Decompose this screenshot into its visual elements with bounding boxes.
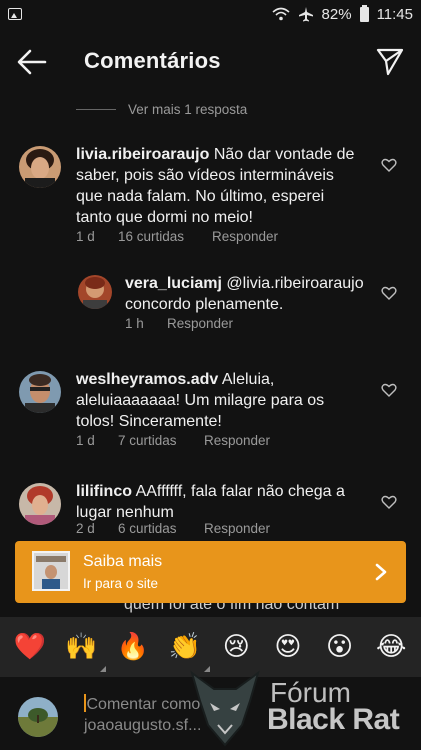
comment-time: 1 d — [76, 433, 95, 448]
battery-icon — [359, 4, 369, 22]
chevron-right-icon — [375, 563, 387, 581]
comment-body: Aleluia, — [218, 371, 275, 388]
crying-face-emoji[interactable]: 😢 — [217, 632, 255, 662]
reply-button[interactable]: Responder — [204, 433, 270, 448]
comment-time: 1 h — [125, 316, 144, 331]
comment-text: livia.ribeiroaraujo Não dar vontade de s… — [76, 144, 354, 228]
comment-body: saber, pois são vídeos intermináveis — [76, 167, 334, 184]
banner-title: Saiba mais — [83, 553, 163, 570]
my-avatar — [18, 697, 58, 737]
heart-icon[interactable] — [381, 383, 397, 397]
avatar[interactable] — [19, 371, 61, 413]
avatar[interactable] — [78, 275, 112, 309]
reply-button[interactable]: Responder — [167, 316, 233, 331]
avatar[interactable] — [19, 483, 61, 525]
send-icon[interactable] — [375, 46, 405, 76]
comment-body: tanto que dormi no meio! — [76, 209, 253, 226]
comment-text: vera_luciamj @livia.ribeiroaraujo concor… — [125, 273, 364, 315]
comment-username[interactable]: vera_luciamj — [125, 275, 222, 292]
gallery-icon — [8, 8, 22, 20]
view-more-replies[interactable]: Ver mais 1 resposta — [76, 102, 247, 117]
heart-emoji[interactable]: ❤️ — [11, 632, 49, 662]
comment-body: que nada falam. No último, esperei — [76, 188, 325, 205]
fire-emoji[interactable]: 🔥 — [114, 632, 152, 662]
comment-text: lilifinco AAffffff, fala falar não chega… — [76, 481, 345, 523]
rat-logo-icon — [190, 670, 260, 747]
comment-body: aleluiaaaaaaa! Um milagre para os — [76, 392, 325, 409]
back-arrow-icon[interactable] — [16, 48, 48, 76]
heart-icon[interactable] — [381, 158, 397, 172]
text-caret — [84, 694, 86, 712]
wifi-icon — [272, 7, 290, 21]
reply-button[interactable]: Responder — [212, 229, 278, 244]
reply-button[interactable]: Responder — [204, 521, 270, 536]
comment-body: tolos! Sinceramente! — [76, 413, 222, 430]
heart-eyes-emoji[interactable]: 😍 — [269, 632, 307, 662]
page-title: Comentários — [84, 48, 221, 73]
comment-likes[interactable]: 7 curtidas — [118, 433, 204, 448]
forum-watermark: Fórum Black Rat — [184, 665, 421, 750]
comment-username[interactable]: livia.ribeiroaraujo — [76, 146, 209, 163]
variant-indicator — [100, 666, 107, 672]
banner-subtitle: Ir para o site — [83, 576, 159, 591]
view-more-replies-label: Ver mais 1 resposta — [128, 102, 248, 117]
comment-meta: 1 h Responder — [125, 316, 233, 331]
header: Comentários — [0, 28, 421, 94]
comment-body: concordo plenamente. — [125, 296, 284, 313]
comment-username[interactable]: weslheyramos.adv — [76, 371, 218, 388]
comment-time: 2 d — [76, 521, 95, 536]
avatar[interactable] — [19, 146, 61, 188]
comment-body: AAffffff, fala falar não chega a — [132, 483, 345, 500]
learn-more-banner[interactable]: Saiba mais Ir para o site — [15, 541, 406, 603]
battery-percent: 82% — [321, 5, 352, 23]
status-bar: 82% 11:45 — [0, 0, 421, 28]
comment-likes[interactable]: 16 curtidas — [118, 229, 212, 244]
comment-text: weslheyramos.adv Aleluia, aleluiaaaaaaa!… — [76, 369, 324, 432]
raising-hands-glyph: 🙌 — [65, 632, 98, 662]
comment-body: lugar nenhum — [76, 504, 174, 521]
comment-meta: 1 d 7 curtidas Responder — [76, 433, 270, 448]
comment-meta: 2 d 6 curtidas Responder — [76, 521, 270, 536]
comment-username[interactable]: lilifinco — [76, 483, 132, 500]
status-bar-right: 82% 11:45 — [272, 4, 413, 23]
clapping-hands-glyph: 👏 — [168, 632, 201, 662]
comment-time: 1 d — [76, 229, 95, 244]
heart-icon[interactable] — [381, 286, 397, 300]
watermark-line2: Black Rat — [267, 703, 400, 736]
banner-thumbnail — [32, 551, 70, 591]
heart-icon[interactable] — [381, 495, 397, 509]
comment-body: @livia.ribeiroaraujo — [221, 275, 364, 292]
airplane-icon — [298, 7, 313, 22]
comment-meta: 1 d 16 curtidas Responder — [76, 229, 278, 244]
comment-body: Não dar vontade de — [209, 146, 355, 163]
clapping-hands-emoji[interactable]: 👏 — [166, 632, 210, 672]
surprised-face-emoji[interactable]: 😮 — [321, 632, 359, 662]
raising-hands-emoji[interactable]: 🙌 — [62, 632, 107, 672]
divider-line — [76, 109, 116, 110]
clock: 11:45 — [376, 5, 413, 23]
comment-likes[interactable]: 6 curtidas — [118, 521, 204, 536]
laughing-face-emoji[interactable]: 😂 — [372, 632, 410, 662]
